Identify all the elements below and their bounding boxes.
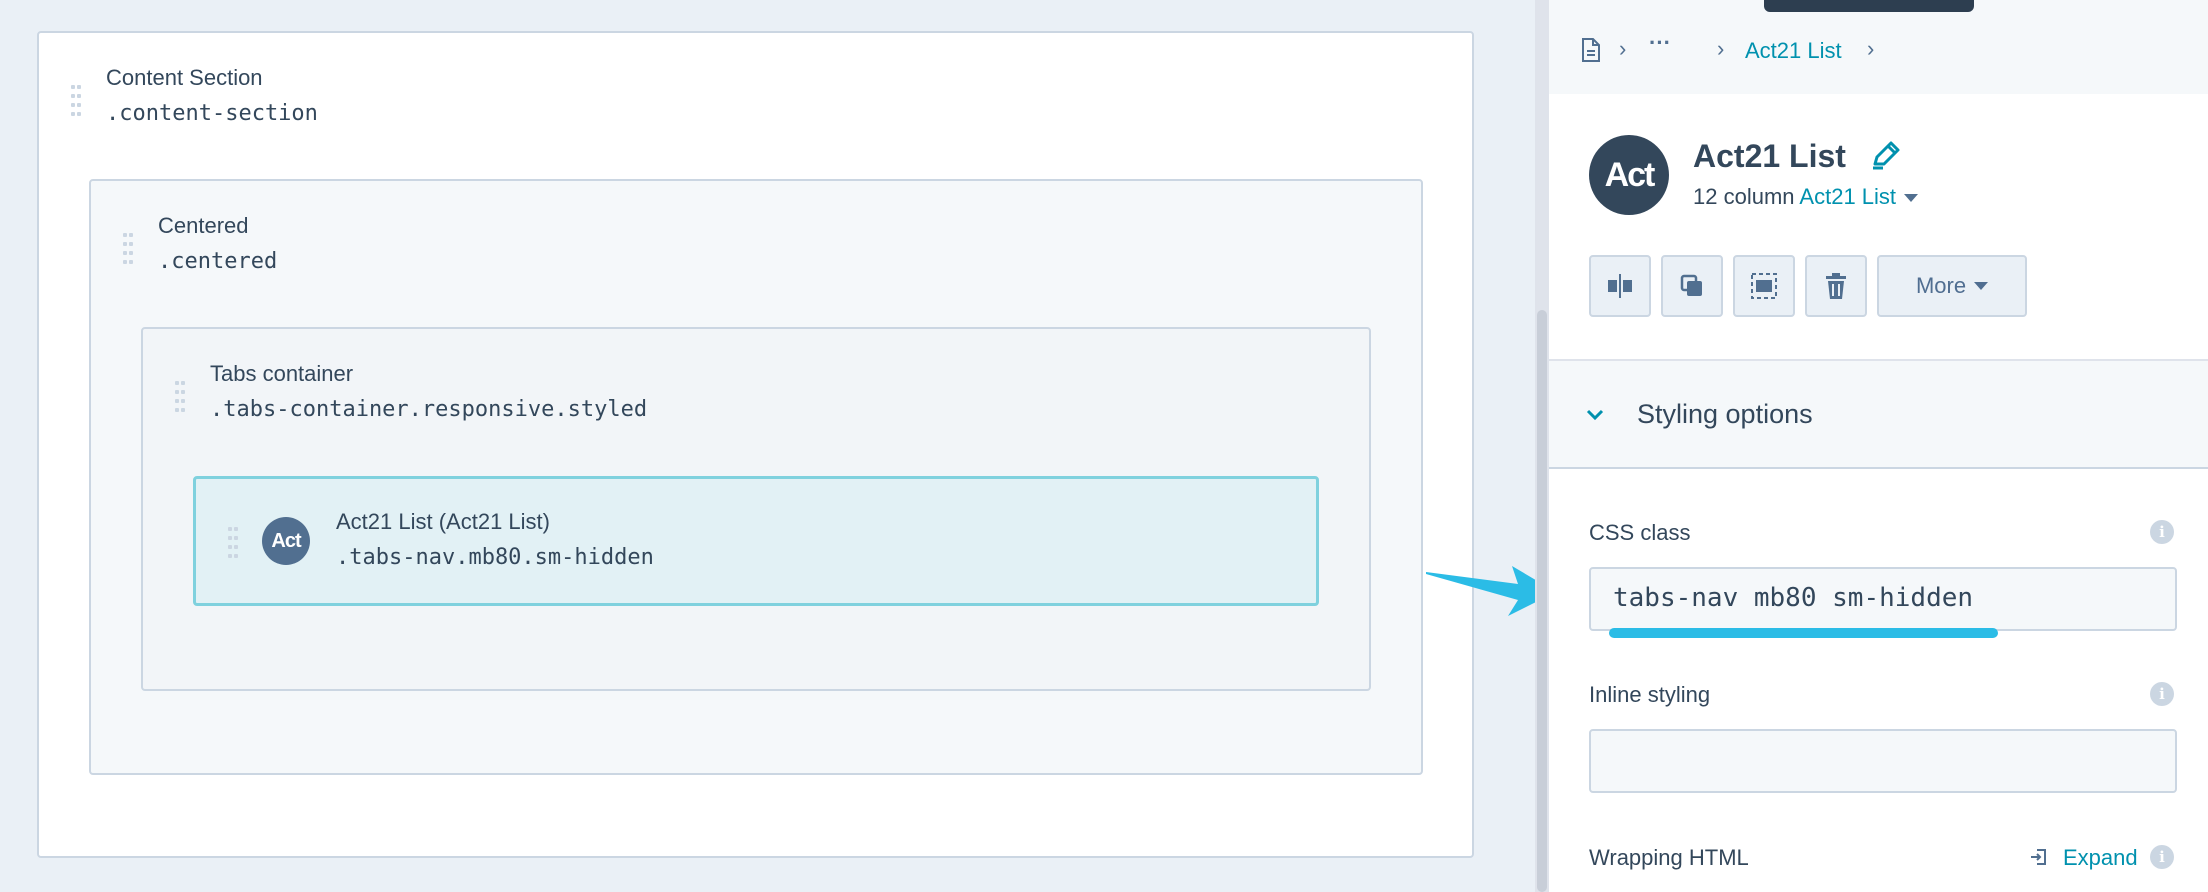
- inline-styling-input[interactable]: [1589, 729, 2177, 793]
- css-class-value: tabs-nav mb80 sm-hidden: [1613, 583, 1974, 613]
- act21-list-module-box[interactable]: Act Act21 List (Act21 List) .tabs-nav.mb…: [193, 476, 1319, 606]
- more-label: More: [1915, 273, 1967, 298]
- split-column-button[interactable]: [1589, 255, 1651, 317]
- styling-options-label: Styling options: [1637, 399, 1813, 429]
- centered-title: Centered: [158, 213, 249, 238]
- panel-drag-handle[interactable]: [1764, 0, 1974, 12]
- trash-icon: [1826, 273, 1846, 299]
- more-dropdown-button[interactable]: More: [1877, 255, 2027, 317]
- wrapping-html-label: Wrapping HTML: [1589, 845, 1749, 870]
- select-all-button[interactable]: [1733, 255, 1795, 317]
- module-type-link[interactable]: Act21 List: [1799, 184, 1896, 209]
- duplicate-button[interactable]: [1661, 255, 1723, 317]
- caret-down-icon[interactable]: [1904, 194, 1919, 203]
- content-section-title: Content Section: [106, 65, 263, 90]
- inline-styling-label: Inline styling: [1589, 682, 1711, 707]
- info-icon[interactable]: i: [2150, 845, 2174, 869]
- drag-handle-icon[interactable]: [228, 527, 240, 558]
- duplicate-icon: [1680, 274, 1702, 296]
- drag-handle-icon[interactable]: [71, 85, 83, 116]
- module-name: Act21 List: [1693, 138, 1846, 174]
- drag-handle-icon[interactable]: [175, 381, 187, 412]
- expand-link[interactable]: Expand: [2063, 845, 2138, 871]
- styling-options-header[interactable]: Styling options: [1549, 359, 2208, 469]
- chevron-right-icon: ›: [1717, 36, 1725, 61]
- chevron-down-icon: [1586, 409, 1604, 421]
- select-all-icon: [1751, 273, 1777, 299]
- expand-icon[interactable]: [2029, 847, 2049, 867]
- info-icon[interactable]: i: [2150, 682, 2174, 706]
- pencil-icon[interactable]: [1869, 138, 1903, 172]
- tabs-container-title: Tabs container: [210, 361, 354, 386]
- caret-down-icon: [1974, 282, 1989, 290]
- highlight-underline: [1609, 628, 1998, 638]
- breadcrumb-current[interactable]: Act21 List: [1745, 38, 1842, 64]
- css-class-label: CSS class: [1589, 520, 1691, 545]
- module-column-count: 12 column: [1693, 184, 1795, 209]
- canvas-scrollbar-thumb[interactable]: [1537, 310, 1547, 892]
- tabs-container-css: .tabs-container.responsive.styled: [210, 397, 648, 422]
- chevron-right-icon: ›: [1619, 36, 1627, 61]
- module-subtitle: 12 column Act21 List: [1693, 184, 1919, 210]
- delete-button[interactable]: [1805, 255, 1867, 317]
- breadcrumb-ellipsis[interactable]: ···: [1649, 30, 1671, 56]
- act21-module-css: .tabs-nav.mb80.sm-hidden: [336, 545, 654, 570]
- module-avatar-large: Act: [1589, 135, 1669, 215]
- breadcrumb: › ··· › Act21 List ›: [1549, 0, 2208, 94]
- css-class-input[interactable]: tabs-nav mb80 sm-hidden: [1589, 567, 2177, 631]
- inspector-panel: › ··· › Act21 List › Act Act21 List 12 c…: [1549, 0, 2208, 892]
- content-section-css: .content-section: [106, 101, 318, 126]
- split-column-icon: [1608, 274, 1632, 298]
- drag-handle-icon[interactable]: [123, 233, 135, 264]
- act21-module-title: Act21 List (Act21 List): [336, 509, 550, 534]
- chevron-right-icon: ›: [1867, 36, 1875, 61]
- module-avatar: Act: [262, 517, 310, 565]
- layout-canvas: Content Section .content-section Centere…: [0, 0, 1535, 892]
- page-icon[interactable]: [1581, 38, 1601, 62]
- centered-css: .centered: [158, 249, 278, 274]
- info-icon[interactable]: i: [2150, 520, 2174, 544]
